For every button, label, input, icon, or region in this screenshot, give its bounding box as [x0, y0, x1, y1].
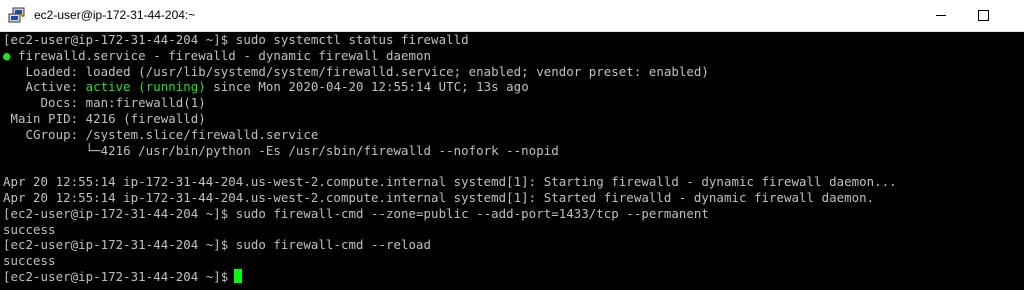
active-state: active (running) [85, 79, 206, 95]
terminal-line: success [3, 253, 56, 269]
putty-icon [8, 7, 25, 23]
maximize-icon[interactable] [961, 0, 1007, 31]
active-since: since Mon 2020-04-20 12:55:14 UTC; 13s a… [205, 79, 529, 95]
terminal-line: Docs: man:firewalld(1) [3, 95, 206, 111]
prompt: [ec2-user@ip-172-31-44-204 ~]$ [3, 268, 229, 284]
terminal-line: Active: active (running) since Mon 2020-… [3, 79, 1024, 95]
title-bar[interactable]: ec2-user@ip-172-31-44-204:~ [0, 0, 1024, 32]
terminal-output[interactable]: [ec2-user@ip-172-31-44-204 ~]$ sudo syst… [0, 32, 1024, 290]
status-bullet: ● [3, 47, 11, 63]
terminal-line: Apr 20 12:55:14 ip-172-31-44-204.us-west… [3, 174, 897, 190]
terminal-line-text: firewalld.service - firewalld - dynamic … [10, 47, 432, 63]
terminal-line: Apr 20 12:55:14 ip-172-31-44-204.us-west… [3, 189, 875, 205]
terminal-line: success [3, 221, 56, 237]
minimize-icon[interactable] [918, 0, 964, 31]
terminal-line: [ec2-user@ip-172-31-44-204 ~]$ [3, 268, 1024, 285]
terminal-line: [ec2-user@ip-172-31-44-204 ~]$ sudo fire… [3, 205, 709, 221]
active-label: Active: [3, 79, 86, 95]
terminal-line: [ec2-user@ip-172-31-44-204 ~]$ sudo fire… [3, 237, 432, 253]
terminal-line: Loaded: loaded (/usr/lib/systemd/system/… [3, 63, 709, 79]
terminal-line: Main PID: 4216 (firewalld) [3, 110, 206, 126]
terminal-window: ec2-user@ip-172-31-44-204:~ [ec2-user@ip… [0, 0, 1024, 290]
terminal-line: └─4216 /usr/bin/python -Es /usr/sbin/fir… [3, 142, 559, 158]
terminal-line: ● firewalld.service - firewalld - dynami… [3, 48, 1024, 64]
terminal-line: [ec2-user@ip-172-31-44-204 ~]$ sudo syst… [3, 32, 469, 47]
terminal-line: CGroup: /system.slice/firewalld.service [3, 126, 319, 142]
text-cursor [234, 268, 243, 283]
window-title: ec2-user@ip-172-31-44-204:~ [34, 8, 196, 22]
